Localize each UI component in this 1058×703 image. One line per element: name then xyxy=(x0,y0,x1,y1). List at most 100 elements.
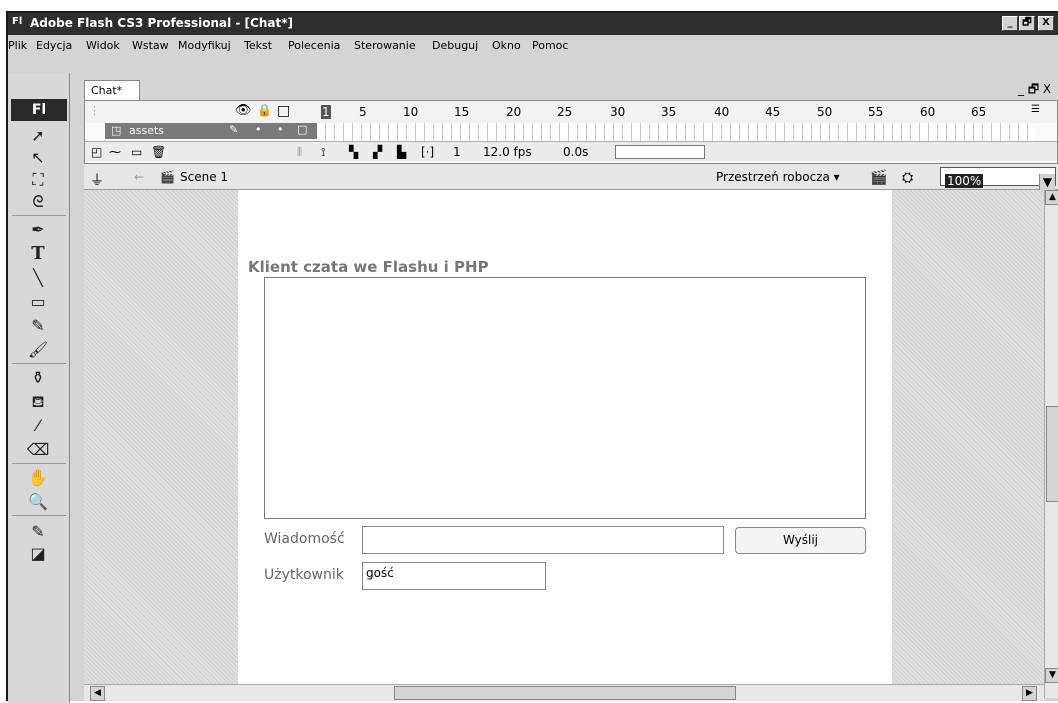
edit-multiple-frames-icon[interactable]: ▙ xyxy=(397,145,406,159)
frame-number: 60 xyxy=(920,105,936,119)
back-arrow-icon[interactable]: ← xyxy=(134,170,144,184)
eyedropper-tool-icon[interactable]: ⁄ xyxy=(26,415,50,437)
stroke-color-icon[interactable]: ✎ xyxy=(26,521,50,543)
frame-number: 20 xyxy=(506,105,522,119)
lock-icon[interactable]: 🔒 xyxy=(257,103,272,117)
pencil-tool-icon[interactable]: ✎ xyxy=(26,315,50,337)
elapsed-time: 0.0s xyxy=(563,145,589,159)
frame-number: 30 xyxy=(610,105,626,119)
frame-number: 15 xyxy=(454,105,470,119)
visible-dot-icon[interactable]: • xyxy=(255,123,262,136)
playhead-frame-number[interactable]: 1 xyxy=(321,105,331,119)
motion-guide-icon[interactable]: ⁓ xyxy=(109,145,121,159)
scroll-right-icon[interactable]: ▶ xyxy=(1022,686,1037,701)
frame-number: 50 xyxy=(817,105,833,119)
frame-number: 25 xyxy=(557,105,573,119)
stage[interactable]: Klient czata we Flashu i PHP Wiadomość W… xyxy=(238,190,892,684)
restore-button[interactable]: 🗗 xyxy=(1019,16,1035,31)
zoom-tool-icon[interactable]: 🔍 xyxy=(26,491,50,513)
menu-modyfikuj[interactable]: Modyfikuj xyxy=(178,39,231,52)
toolbox-divider xyxy=(12,463,66,464)
document-window-controls[interactable]: _ 🗗 X xyxy=(1018,80,1051,101)
insert-layer-icon[interactable]: ◰ xyxy=(91,145,102,159)
message-label: Wiadomość xyxy=(264,531,345,547)
scene-name[interactable]: Scene 1 xyxy=(180,170,228,184)
paint-bucket-tool-icon[interactable]: ⛾ xyxy=(26,391,50,413)
pen-tool-icon[interactable]: ✒ xyxy=(26,219,50,241)
toolbox-divider xyxy=(12,515,66,516)
menu-okno[interactable]: Okno xyxy=(492,39,521,52)
menu-wstaw[interactable]: Wstaw xyxy=(132,39,169,52)
fill-color-icon[interactable]: ◪ xyxy=(26,543,50,565)
center-frame-icon[interactable]: ⟟ xyxy=(321,145,325,160)
workspace-menu[interactable]: Przestrzeń robocza ▾ xyxy=(716,170,840,184)
chat-log-textarea[interactable] xyxy=(264,277,866,519)
lock-dot-icon[interactable]: • xyxy=(277,123,284,136)
outline-icon[interactable]: □ xyxy=(277,103,290,119)
ink-bottle-tool-icon[interactable]: ⚱ xyxy=(26,367,50,389)
brush-tool-icon[interactable]: 🖌 xyxy=(26,339,50,361)
timeline-menu-icon[interactable]: ☰ xyxy=(1031,104,1040,115)
layer-assets[interactable]: ◳ assets ✎ • • □ xyxy=(105,123,317,139)
onion-skin-icon[interactable]: ▚ xyxy=(349,145,358,159)
menu-edycja[interactable]: Edycja xyxy=(36,39,72,52)
frame-rate[interactable]: 12.0 fps xyxy=(483,145,532,159)
drag-handle-icon[interactable]: ⋮ xyxy=(89,104,100,117)
lasso-tool-icon[interactable]: ᘓ xyxy=(26,191,50,213)
selection-tool-icon[interactable]: ➚ xyxy=(26,125,50,147)
flash-app-icon: Fl xyxy=(12,16,23,27)
toolbox-divider xyxy=(12,215,66,216)
hand-tool-icon[interactable]: ✋ xyxy=(26,467,50,489)
eye-icon[interactable]: 👁 xyxy=(235,103,252,118)
menu-plik[interactable]: Plik xyxy=(8,39,27,52)
title-bar[interactable]: Fl Adobe Flash CS3 Professional - [Chat*… xyxy=(8,13,1058,35)
frame-ruler[interactable]: 1 5 10 15 20 25 30 35 40 45 50 55 60 65 xyxy=(317,101,1035,123)
stage-title: Klient czata we Flashu i PHP xyxy=(248,258,489,276)
menu-tekst[interactable]: Tekst xyxy=(244,39,272,52)
application-window: Fl Adobe Flash CS3 Professional - [Chat*… xyxy=(6,11,1058,703)
delete-layer-icon[interactable]: 🗑 xyxy=(151,145,166,159)
onion-markers-icon[interactable]: [·] xyxy=(421,145,434,159)
pasteboard: Klient czata we Flashu i PHP Wiadomość W… xyxy=(84,190,1044,684)
menu-polecenia[interactable]: Polecenia xyxy=(288,39,340,52)
document-tab[interactable]: Chat* xyxy=(84,80,140,100)
outline-box-icon[interactable]: □ xyxy=(297,123,307,136)
menu-pomoc[interactable]: Pomoc xyxy=(532,39,568,52)
chevron-down-icon[interactable]: ▼ xyxy=(1039,174,1055,191)
window-title: Adobe Flash CS3 Professional - [Chat*] xyxy=(30,16,293,30)
send-button[interactable]: Wyślij xyxy=(735,527,866,554)
subselection-tool-icon[interactable]: ↖ xyxy=(26,147,50,169)
zoom-select[interactable]: 100% ▼ xyxy=(940,167,1056,191)
insert-folder-icon[interactable]: ▭ xyxy=(131,145,142,159)
menu-sterowanie[interactable]: Sterowanie xyxy=(354,39,416,52)
flash-logo: Fl xyxy=(11,99,67,121)
resize-handle-icon[interactable]: ⫴ xyxy=(297,145,302,160)
minimize-button[interactable]: _ xyxy=(1002,16,1018,31)
menu-widok[interactable]: Widok xyxy=(86,39,120,52)
edit-scene-icon[interactable]: 🎬 xyxy=(870,170,887,186)
text-tool-icon[interactable]: T xyxy=(26,243,50,265)
timeline-toggle-icon[interactable]: ⏚ xyxy=(90,170,104,190)
close-button[interactable]: X xyxy=(1038,16,1054,31)
tools-panel: Fl ➚ ↖ ⛶ ᘓ ✒ T ╲ ▭ ✎ 🖌 ⚱ ⛾ ⁄ ⌫ ✋ 🔍 ✎ ◪ xyxy=(8,73,70,703)
message-input[interactable] xyxy=(362,526,724,554)
eraser-tool-icon[interactable]: ⌫ xyxy=(26,439,50,461)
horizontal-scrollbar[interactable]: ◀ ▶ xyxy=(84,684,1044,701)
zoom-value[interactable]: 100% xyxy=(945,174,984,188)
rectangle-tool-icon[interactable]: ▭ xyxy=(26,291,50,313)
user-input[interactable]: gość xyxy=(362,562,546,590)
scroll-down-icon[interactable]: ▼ xyxy=(1045,668,1058,683)
edit-symbol-icon[interactable]: ⛭ xyxy=(902,170,913,186)
horizontal-scroll-thumb[interactable] xyxy=(394,686,736,700)
menu-debuguj[interactable]: Debuguj xyxy=(432,39,478,52)
vertical-scrollbar[interactable]: ▲ ▼ xyxy=(1044,190,1058,698)
free-transform-tool-icon[interactable]: ⛶ xyxy=(26,169,50,191)
scroll-up-icon[interactable]: ▲ xyxy=(1045,190,1058,205)
vertical-scroll-thumb[interactable] xyxy=(1046,406,1058,502)
line-tool-icon[interactable]: ╲ xyxy=(26,267,50,289)
current-frame: 1 xyxy=(453,145,461,159)
onion-outline-icon[interactable]: ▞ xyxy=(373,145,382,159)
scroll-left-icon[interactable]: ◀ xyxy=(90,686,105,701)
timeline-scrollbar[interactable] xyxy=(615,145,705,159)
frame-number: 65 xyxy=(971,105,987,119)
